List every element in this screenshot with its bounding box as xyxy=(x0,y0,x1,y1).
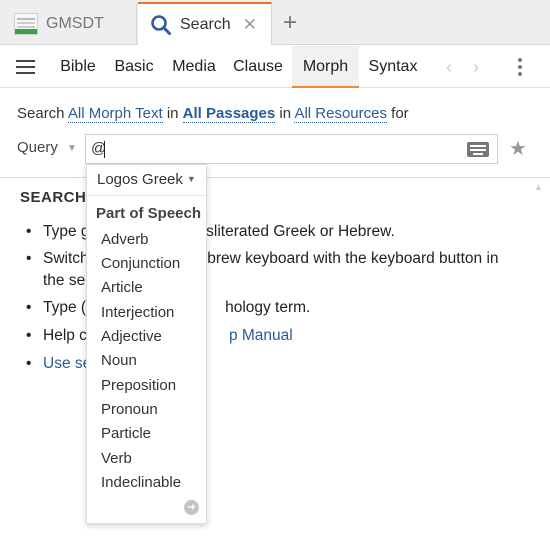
part-of-speech-header: Part of Speech xyxy=(96,205,202,222)
language-selector[interactable]: Logos Greek ▼ xyxy=(97,171,196,188)
resources-link[interactable]: All Resources xyxy=(294,105,387,123)
tab-search[interactable]: Search ✕ xyxy=(138,2,272,45)
hamburger-menu-icon[interactable] xyxy=(16,60,35,74)
tab-gmsdt[interactable]: GMSDT xyxy=(2,3,137,45)
scroll-left-icon[interactable]: ‹ xyxy=(446,57,452,78)
menu-item-basic[interactable]: Basic xyxy=(107,46,161,88)
tab-bar: GMSDT Search ✕ + xyxy=(0,0,550,45)
dropdown-divider xyxy=(87,195,206,196)
pos-item-particle[interactable]: Particle xyxy=(101,425,151,442)
in-text-2: in xyxy=(279,105,292,122)
pos-item-preposition[interactable]: Preposition xyxy=(101,377,176,394)
pos-item-adjective[interactable]: Adjective xyxy=(101,328,162,345)
arrow-circle-icon[interactable]: ➜ xyxy=(184,500,199,515)
pos-item-pronoun[interactable]: Pronoun xyxy=(101,401,158,418)
search-scope-line: Search All Morph Text in All Passages in… xyxy=(17,105,409,123)
text-cursor xyxy=(104,141,105,158)
menu-item-bible[interactable]: Bible xyxy=(51,46,105,88)
query-label[interactable]: Query xyxy=(17,139,58,156)
query-dropdown-icon[interactable]: ▼ xyxy=(67,143,77,154)
pos-item-indeclinable[interactable]: Indeclinable xyxy=(101,474,181,491)
document-thumbnail-icon xyxy=(14,13,38,35)
divider xyxy=(0,177,550,178)
chevron-down-icon: ▼ xyxy=(186,174,196,184)
menu-item-media[interactable]: Media xyxy=(164,46,224,88)
search-prefix: Search xyxy=(17,105,65,122)
scroll-up-icon[interactable]: ▲ xyxy=(534,182,543,192)
star-icon[interactable]: ★ xyxy=(509,136,527,161)
search-type-bar: Bible Basic Media Clause Morph Syntax ‹ … xyxy=(0,46,550,88)
close-tab-icon[interactable]: ✕ xyxy=(243,15,257,35)
help-manual-link[interactable]: p Manual xyxy=(229,327,293,344)
magnifier-icon xyxy=(150,14,172,36)
pos-item-adverb[interactable]: Adverb xyxy=(101,231,149,248)
morph-suggestion-dropdown: Logos Greek ▼ Part of Speech Adverb Conju… xyxy=(86,164,207,524)
more-options-icon[interactable] xyxy=(518,58,522,79)
pos-item-interjection[interactable]: Interjection xyxy=(101,304,174,321)
keyboard-icon[interactable] xyxy=(467,142,489,157)
menu-item-clause[interactable]: Clause xyxy=(227,46,289,88)
scroll-right-icon[interactable]: › xyxy=(473,57,479,78)
use-search-link[interactable]: Use se xyxy=(43,353,91,375)
passages-link[interactable]: All Passages xyxy=(182,105,276,123)
new-tab-button[interactable]: + xyxy=(283,9,297,37)
search-input[interactable]: @ xyxy=(85,134,498,164)
search-suffix: for xyxy=(391,105,409,122)
tab-gmsdt-label: GMSDT xyxy=(46,15,104,32)
tab-search-label: Search xyxy=(180,15,231,33)
scope-link[interactable]: All Morph Text xyxy=(67,105,163,123)
pos-item-conjunction[interactable]: Conjunction xyxy=(101,255,180,272)
language-selector-label: Logos Greek xyxy=(97,171,183,188)
in-text-1: in xyxy=(166,105,179,122)
help-title: SEARCH xyxy=(20,189,87,206)
pos-item-verb[interactable]: Verb xyxy=(101,450,132,467)
pos-item-noun[interactable]: Noun xyxy=(101,352,137,369)
menu-item-morph[interactable]: Morph xyxy=(292,46,359,88)
pos-item-article[interactable]: Article xyxy=(101,279,143,296)
menu-item-syntax[interactable]: Syntax xyxy=(362,46,424,88)
